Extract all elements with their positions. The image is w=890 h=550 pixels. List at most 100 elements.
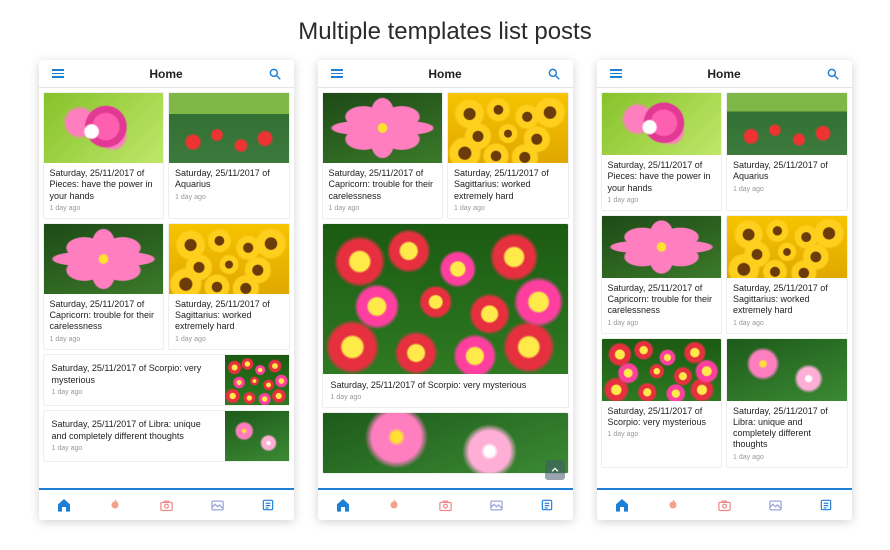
tab-home[interactable] [334, 496, 352, 514]
post-card[interactable]: Saturday, 25/11/2017 of Scorpio: very my… [601, 338, 723, 468]
tab-camera[interactable] [157, 496, 175, 514]
post-title: Saturday, 25/11/2017 of Aquarius [733, 160, 841, 183]
tab-list[interactable] [538, 496, 556, 514]
post-title: Saturday, 25/11/2017 of Capricorn: troub… [50, 299, 158, 333]
tab-trending[interactable] [106, 496, 124, 514]
tab-home[interactable] [55, 496, 73, 514]
post-meta: 1 day ago [52, 445, 217, 452]
post-card[interactable]: Saturday, 25/11/2017 of Sagittarius: wor… [168, 223, 290, 350]
tab-camera[interactable] [436, 496, 454, 514]
post-title: Saturday, 25/11/2017 of Sagittarius: wor… [175, 299, 283, 333]
tab-camera[interactable] [715, 496, 733, 514]
page-title: Multiple templates list posts [0, 0, 890, 60]
post-meta: 1 day ago [175, 194, 283, 201]
bottom-bar [597, 488, 852, 520]
post-card[interactable]: Saturday, 25/11/2017 of Capricorn: troub… [601, 215, 723, 334]
post-meta: 1 day ago [733, 186, 841, 193]
post-meta: 1 day ago [733, 454, 841, 461]
menu-icon[interactable] [49, 65, 67, 83]
header-title: Home [428, 67, 461, 81]
post-image [323, 224, 568, 374]
post-title: Saturday, 25/11/2017 of Scorpio: very my… [331, 380, 560, 391]
post-meta: 1 day ago [50, 336, 158, 343]
top-bar: Home [39, 60, 294, 88]
tab-gallery[interactable] [487, 496, 505, 514]
tab-list[interactable] [817, 496, 835, 514]
search-icon[interactable] [266, 65, 284, 83]
post-image [169, 224, 289, 294]
post-card[interactable]: Saturday, 25/11/2017 of Sagittarius: wor… [726, 215, 848, 334]
post-image [602, 216, 722, 278]
post-title: Saturday, 25/11/2017 of Libra: unique an… [52, 419, 217, 442]
post-meta: 1 day ago [329, 205, 437, 212]
post-image [323, 93, 443, 163]
post-card[interactable]: Saturday, 25/11/2017 of Capricorn: troub… [322, 92, 444, 219]
post-meta: 1 day ago [52, 389, 217, 396]
search-icon[interactable] [824, 65, 842, 83]
top-bar: Home [597, 60, 852, 88]
phone-template-2: Home Saturday, 25/11/2017 of Capricorn: … [318, 60, 573, 520]
scroll-to-top-button[interactable] [545, 460, 565, 480]
post-row[interactable]: Saturday, 25/11/2017 of Scorpio: very my… [43, 354, 290, 406]
post-card[interactable]: Saturday, 25/11/2017 of Aquarius 1 day ag… [168, 92, 290, 219]
post-card[interactable]: Saturday, 25/11/2017 of Pieces: have the… [43, 92, 165, 219]
phone-template-3: Home Saturday, 25/11/2017 of Pieces: hav… [597, 60, 852, 520]
header-title: Home [149, 67, 182, 81]
menu-icon[interactable] [328, 65, 346, 83]
post-image [448, 93, 568, 163]
post-title: Saturday, 25/11/2017 of Capricorn: troub… [329, 168, 437, 202]
tab-home[interactable] [613, 496, 631, 514]
header-title: Home [707, 67, 740, 81]
phone-template-1: Home Saturday, 25/11/2017 of Pieces: hav… [39, 60, 294, 520]
bottom-bar [318, 488, 573, 520]
post-meta: 1 day ago [608, 431, 716, 438]
search-icon[interactable] [545, 65, 563, 83]
post-card[interactable]: Saturday, 25/11/2017 of Libra: unique an… [726, 338, 848, 468]
post-card[interactable]: Saturday, 25/11/2017 of Capricorn: troub… [43, 223, 165, 350]
post-image [727, 339, 847, 401]
tab-trending[interactable] [664, 496, 682, 514]
post-title: Saturday, 25/11/2017 of Pieces: have the… [608, 160, 716, 194]
post-title: Saturday, 25/11/2017 of Libra: unique an… [733, 406, 841, 451]
post-meta: 1 day ago [175, 336, 283, 343]
content-area: Saturday, 25/11/2017 of Pieces: have the… [39, 88, 294, 488]
post-full[interactable]: Saturday, 25/11/2017 of Scorpio: very my… [322, 223, 569, 408]
post-title: Saturday, 25/11/2017 of Sagittarius: wor… [454, 168, 562, 202]
post-image [602, 93, 722, 155]
post-title: Saturday, 25/11/2017 of Scorpio: very my… [52, 363, 217, 386]
content-area: Saturday, 25/11/2017 of Pieces: have the… [597, 88, 852, 488]
post-title: Saturday, 25/11/2017 of Aquarius [175, 168, 283, 191]
post-meta: 1 day ago [50, 205, 158, 212]
post-row[interactable]: Saturday, 25/11/2017 of Libra: unique an… [43, 410, 290, 462]
content-area: Saturday, 25/11/2017 of Capricorn: troub… [318, 88, 573, 488]
post-image [44, 93, 164, 163]
tab-list[interactable] [259, 496, 277, 514]
post-title: Saturday, 25/11/2017 of Scorpio: very my… [608, 406, 716, 429]
post-meta: 1 day ago [454, 205, 562, 212]
post-card[interactable]: Saturday, 25/11/2017 of Aquarius 1 day ag… [726, 92, 848, 211]
post-image [169, 93, 289, 163]
post-meta: 1 day ago [733, 320, 841, 327]
tab-trending[interactable] [385, 496, 403, 514]
post-title: Saturday, 25/11/2017 of Sagittarius: wor… [733, 283, 841, 317]
post-title: Saturday, 25/11/2017 of Pieces: have the… [50, 168, 158, 202]
post-card[interactable]: Saturday, 25/11/2017 of Pieces: have the… [601, 92, 723, 211]
top-bar: Home [318, 60, 573, 88]
post-card[interactable]: Saturday, 25/11/2017 of Sagittarius: wor… [447, 92, 569, 219]
post-title: Saturday, 25/11/2017 of Capricorn: troub… [608, 283, 716, 317]
post-image [727, 216, 847, 278]
menu-icon[interactable] [607, 65, 625, 83]
tab-gallery[interactable] [766, 496, 784, 514]
post-image [44, 224, 164, 294]
bottom-bar [39, 488, 294, 520]
post-meta: 1 day ago [331, 394, 560, 401]
post-image [225, 355, 289, 405]
post-full[interactable] [322, 412, 569, 474]
tab-gallery[interactable] [208, 496, 226, 514]
post-image [602, 339, 722, 401]
post-meta: 1 day ago [608, 320, 716, 327]
post-image [727, 93, 847, 155]
post-meta: 1 day ago [608, 197, 716, 204]
post-image [225, 411, 289, 461]
post-image [323, 413, 568, 473]
